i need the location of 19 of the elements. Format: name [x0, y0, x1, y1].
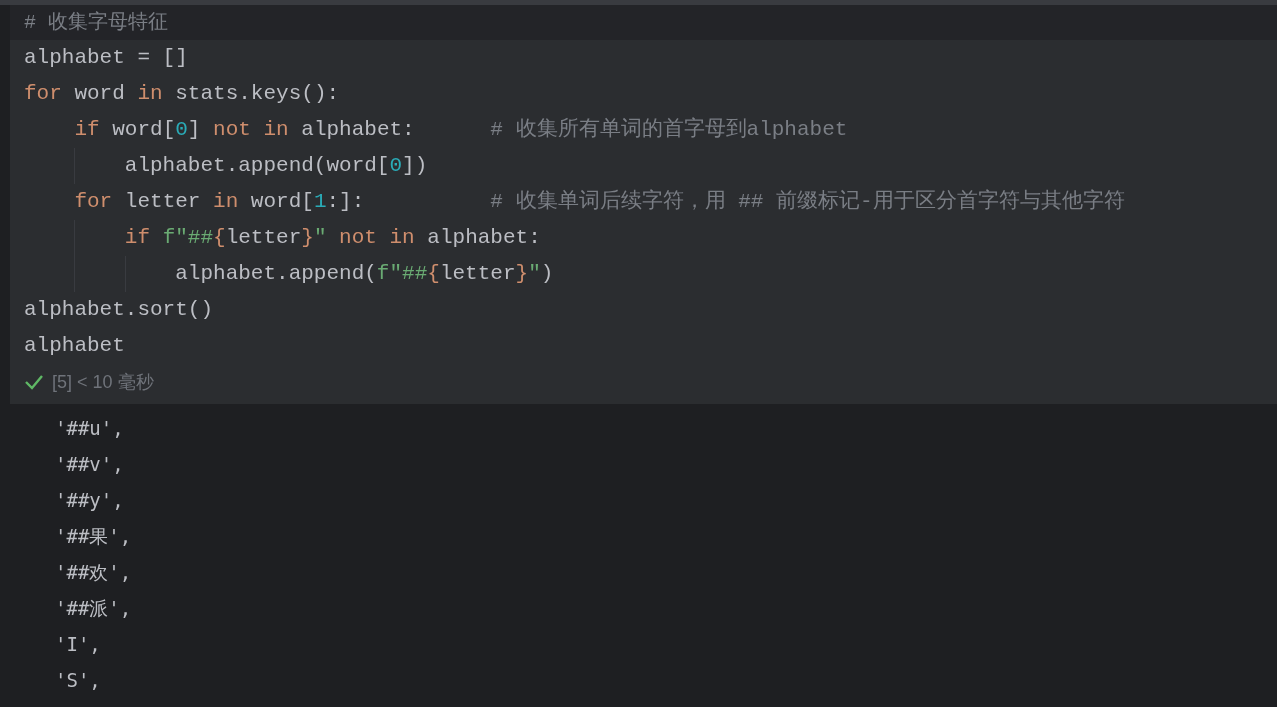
cell-heading: # 收集字母特征	[24, 9, 168, 36]
output-line: '##u',	[55, 415, 124, 441]
execution-status: [5] < 10 毫秒	[52, 370, 154, 394]
code-line: alphabet = []	[24, 45, 188, 71]
output-line: '##欢',	[55, 559, 132, 585]
output-line: '##y',	[55, 487, 124, 513]
code-line: if f"##{letter}" not in alphabet:	[124, 225, 541, 251]
code-line: for letter in word[1:]: # 收集单词后续字符，用 ## 前缀标记-用于区分首字符与其他字符	[74, 188, 1125, 215]
output-line: '##派',	[55, 595, 132, 621]
code-line: alphabet.append(f"##{letter}")	[175, 261, 554, 287]
output-line: 'S',	[55, 667, 101, 693]
output-line: '##v',	[55, 451, 124, 477]
output-line: '##果',	[55, 523, 132, 549]
code-line: alphabet.sort()	[24, 297, 214, 323]
output-line: 'I',	[55, 631, 101, 657]
code-line: for word in stats.keys():	[24, 81, 340, 107]
code-line: alphabet	[24, 333, 125, 359]
code-line: alphabet.append(word[0])	[124, 153, 428, 179]
code-line: if word[0] not in alphabet: # 收集所有单词的首字母到alphabet	[74, 116, 848, 143]
